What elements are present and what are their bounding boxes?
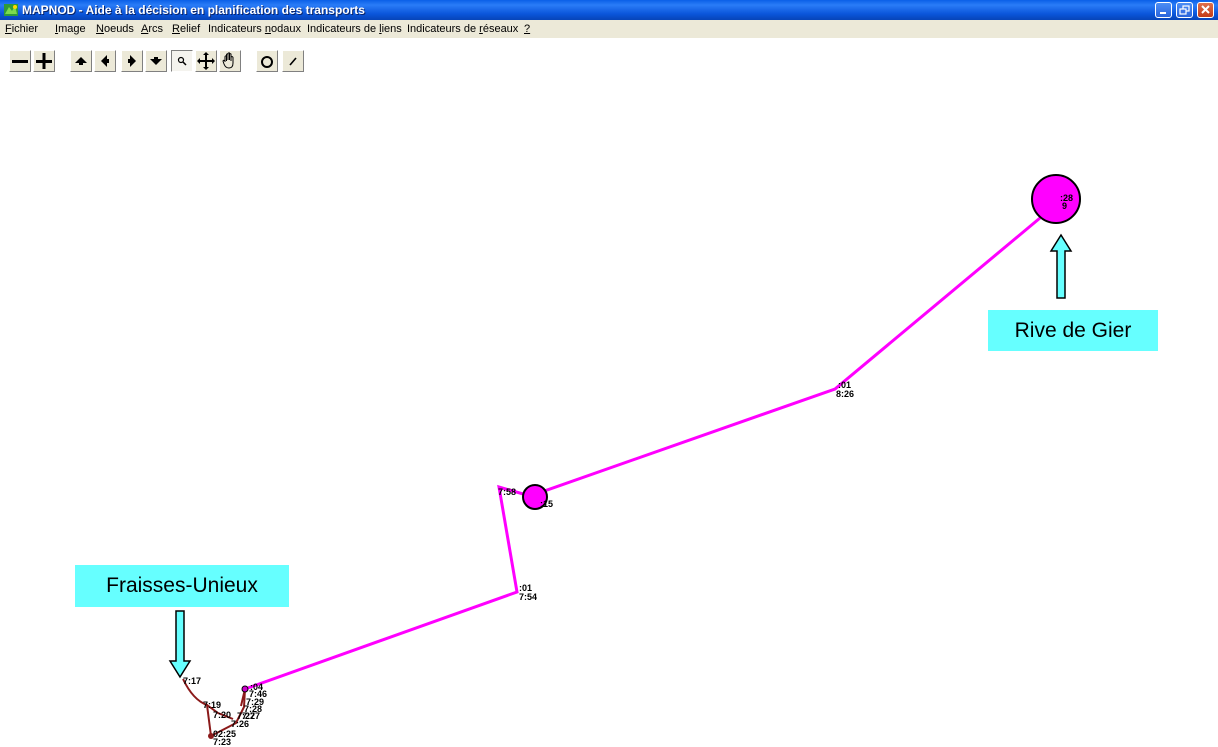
label-n2-right: :15 [540, 499, 553, 509]
label-rive-bottom: 9 [1062, 201, 1067, 211]
label-branch-top: 7:17 [183, 676, 201, 686]
label-n1-bottom: 8:26 [836, 389, 854, 399]
label-branch-2: 7:20 [213, 710, 231, 720]
callout-rive-de-gier: Rive de Gier [988, 310, 1158, 351]
label-n3-bottom: 7:54 [519, 592, 537, 602]
label-branch-6: 7:23 [213, 737, 231, 747]
label-n2-left: 7:58 [498, 487, 516, 497]
callout-fraisses-unieux: Fraisses-Unieux [75, 565, 289, 607]
arrow-up-icon [1049, 233, 1073, 299]
map-canvas[interactable]: :28 9 :01 8:26 7:58 :15 :01 7:54 7:17 7:… [0, 0, 1218, 747]
label-branch-1: 7:19 [203, 700, 221, 710]
label-stack-5: 7:27 [242, 711, 260, 721]
main-route [244, 216, 1041, 691]
branch-junction-node [241, 685, 249, 693]
arrow-down-icon [168, 610, 192, 679]
